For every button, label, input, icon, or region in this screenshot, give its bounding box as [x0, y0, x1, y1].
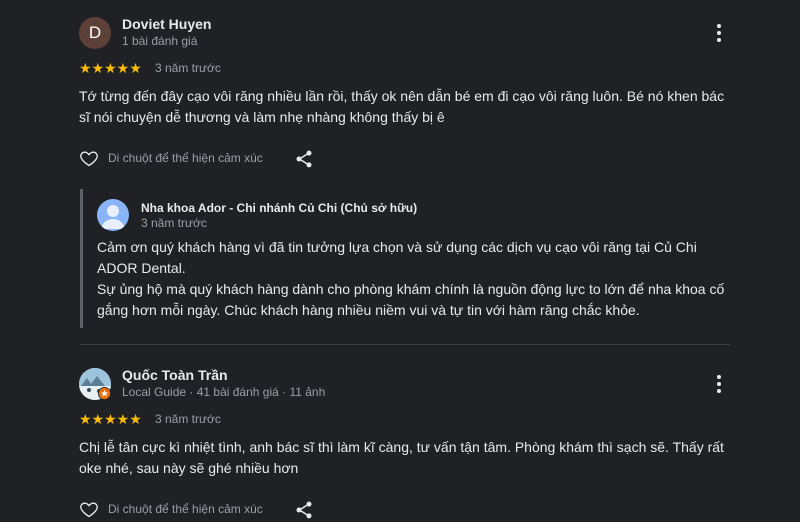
review-time: 3 năm trước [155, 412, 221, 426]
heart-outline-icon [80, 502, 98, 518]
review-time: 3 năm trước [155, 61, 221, 75]
review-text: Tớ từng đến đây cạo vôi răng nhiều lần r… [79, 88, 725, 125]
more-vert-icon-dot [717, 38, 721, 42]
avatar-letter: D [88, 23, 102, 42]
star-rating: ★★★★★ [79, 60, 142, 76]
react-button[interactable]: Di chuột để thể hiện cảm xúc [79, 148, 263, 168]
more-vert-icon [717, 24, 721, 28]
more-options-button[interactable] [707, 372, 731, 396]
more-vert-icon-dot [717, 389, 721, 393]
share-icon[interactable] [294, 500, 314, 520]
reviewer-name[interactable]: Doviet Huyen [122, 16, 211, 32]
more-vert-icon-dot [717, 382, 721, 386]
owner-reply-paragraph: Cảm ơn quý khách hàng vì đã tin tưởng lự… [97, 239, 697, 276]
react-button[interactable]: Di chuột để thể hiện cảm xúc [79, 499, 263, 519]
owner-reply: Nha khoa Ador - Chi nhánh Củ Chi (Chủ sở… [80, 189, 733, 328]
review-text: Chị lễ tân cực kì nhiệt tình, anh bác sĩ… [79, 439, 724, 476]
react-label: Di chuột để thể hiện cảm xúc [108, 151, 263, 165]
star-rating: ★★★★★ [79, 411, 142, 427]
owner-reply-text: Cảm ơn quý khách hàng vì đã tin tưởng lự… [97, 237, 733, 321]
reviewer-meta[interactable]: Local Guide · 41 bài đánh giá · 11 ảnh [122, 385, 325, 399]
review-card: D Doviet Huyen 1 bài đánh giá ★★★★★ 3 nă… [0, 0, 800, 345]
owner-avatar[interactable] [97, 199, 129, 231]
person-icon [101, 205, 125, 229]
reviews-panel: D Doviet Huyen 1 bài đánh giá ★★★★★ 3 nă… [0, 0, 800, 522]
reviewer-meta[interactable]: 1 bài đánh giá [122, 34, 197, 48]
review-card: Quốc Toàn Trần Local Guide · 41 bài đánh… [0, 345, 800, 522]
owner-reply-time: 3 năm trước [141, 216, 207, 230]
more-vert-icon-dot [717, 31, 721, 35]
react-label: Di chuột để thể hiện cảm xúc [108, 502, 263, 516]
owner-reply-paragraph: Sự ủng hộ mà quý khách hàng dành cho phò… [97, 281, 725, 318]
heart-outline-icon [80, 151, 98, 167]
owner-name: Nha khoa Ador - Chi nhánh Củ Chi (Chủ sở… [141, 201, 418, 215]
more-vert-icon [717, 375, 721, 379]
avatar[interactable]: D [79, 17, 111, 49]
share-icon[interactable] [294, 149, 314, 169]
more-options-button[interactable] [707, 21, 731, 45]
local-guide-star-icon [98, 387, 111, 400]
reviewer-name[interactable]: Quốc Toàn Trần [122, 367, 228, 383]
